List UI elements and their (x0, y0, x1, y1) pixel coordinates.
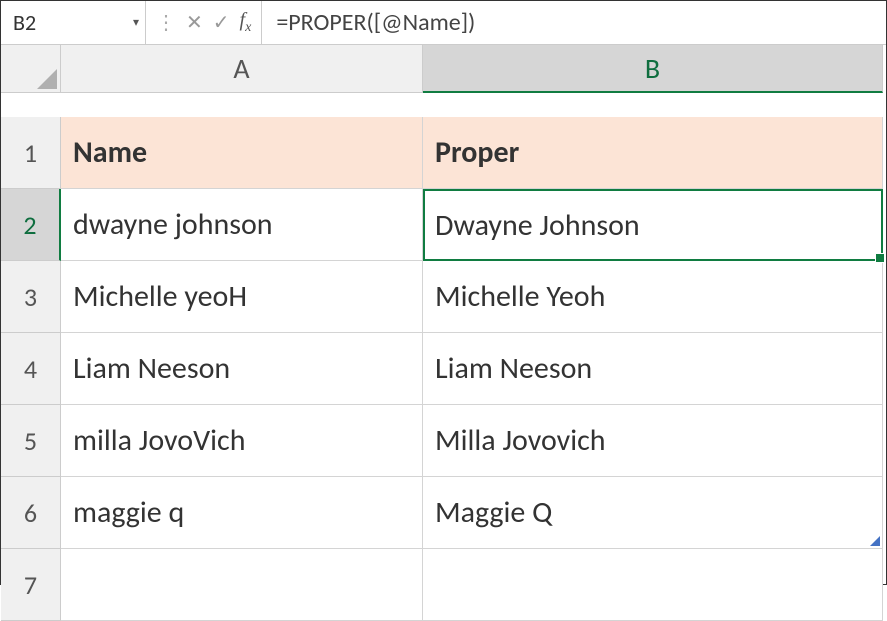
row-header-6[interactable]: 6 (1, 477, 61, 549)
accept-icon[interactable]: ✓ (213, 10, 230, 35)
cell-A3[interactable]: Michelle yeoH (61, 261, 423, 333)
cell-A7[interactable] (61, 549, 423, 621)
cancel-icon[interactable]: ✕ (186, 10, 203, 35)
row-header-4[interactable]: 4 (1, 333, 61, 405)
cell-reference: B2 (13, 9, 36, 36)
separator-icon: ⋮ (156, 10, 176, 35)
cell-A6[interactable]: maggie q (61, 477, 423, 549)
cell-B4[interactable]: Liam Neeson (423, 333, 883, 405)
select-all-corner[interactable] (1, 45, 61, 93)
row-header-3[interactable]: 3 (1, 261, 61, 333)
column-header-B[interactable]: B (423, 45, 883, 93)
cell-B6[interactable]: Maggie Q (423, 477, 883, 549)
cell-B5[interactable]: Milla Jovovich (423, 405, 883, 477)
fx-icon[interactable]: fx (240, 9, 252, 36)
cell-A2[interactable]: dwayne johnson (61, 189, 423, 261)
row-header-5[interactable]: 5 (1, 405, 61, 477)
cell-A5[interactable]: milla JovoVich (61, 405, 423, 477)
row-header-7[interactable]: 7 (1, 549, 61, 621)
formula-input[interactable] (262, 1, 886, 44)
cell-B3[interactable]: Michelle Yeoh (423, 261, 883, 333)
formula-controls: ⋮ ✕ ✓ fx (146, 1, 262, 44)
row-header-1[interactable]: 1 (1, 117, 61, 189)
formula-bar: B2 ▾ ⋮ ✕ ✓ fx (1, 1, 886, 45)
chevron-down-icon[interactable]: ▾ (133, 15, 139, 30)
cell-B1[interactable]: Proper (423, 117, 883, 189)
cell-B2[interactable]: Dwayne Johnson (423, 189, 883, 261)
cell-A4[interactable]: Liam Neeson (61, 333, 423, 405)
row-header-2[interactable]: 2 (1, 189, 61, 261)
cell-B7[interactable] (423, 549, 883, 621)
cell-A1[interactable]: Name (61, 117, 423, 189)
column-header-A[interactable]: A (61, 45, 423, 93)
name-box[interactable]: B2 ▾ (1, 1, 146, 44)
spreadsheet-grid: A B 1 Name Proper 2 dwayne johnson Dwayn… (1, 45, 886, 621)
